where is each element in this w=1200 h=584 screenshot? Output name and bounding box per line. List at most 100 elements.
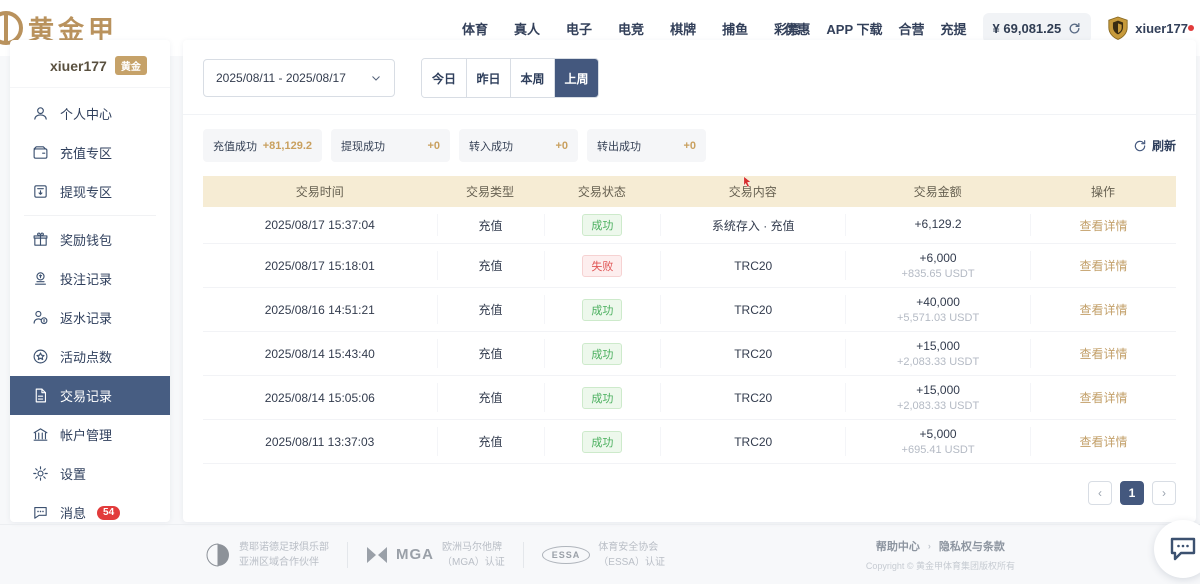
sidebar-username: xiuer177 xyxy=(50,58,107,74)
rebate-icon xyxy=(32,309,49,326)
header-username: xiuer177 xyxy=(1135,21,1188,36)
view-details-link[interactable]: 查看详情 xyxy=(1031,345,1176,362)
cell-content: TRC20 xyxy=(660,339,845,368)
sidebar-menu: 个人中心 充值专区 提现专区 奖励钱包 投注记录 返水记录 活动点数 xyxy=(10,88,170,522)
chevron-down-icon xyxy=(370,72,382,84)
view-details-link[interactable]: 查看详情 xyxy=(1031,433,1176,450)
help-center-link[interactable]: 帮助中心 xyxy=(876,538,920,554)
partner-logos: 费耶诺德足球俱乐部 亚洲区域合作伙伴 MGA 欧洲马尔他牌 （MGA）认证 ES… xyxy=(205,540,665,570)
quick-date-buttons: 今日 昨日 本周 上周 xyxy=(421,58,599,98)
nav-item-fishing[interactable]: 捕鱼 xyxy=(722,19,748,38)
button-yesterday[interactable]: 昨日 xyxy=(466,59,510,97)
partner-essa: ESSA 体育安全协会 （ESSA）认证 xyxy=(542,540,665,570)
sidebar-item-profile[interactable]: 个人中心 xyxy=(10,94,170,133)
sidebar-item-label: 帐户管理 xyxy=(60,425,112,444)
sidebar-item-reward-wallet[interactable]: 奖励钱包 xyxy=(10,220,170,259)
table-row: 2025/08/14 15:43:40 充值 成功 TRC20 +15,000+… xyxy=(203,332,1176,376)
col-type: 交易类型 xyxy=(437,183,544,200)
vip-level-badge: 黄金 xyxy=(115,56,147,75)
refresh-label: 刷新 xyxy=(1152,137,1176,154)
message-count-badge: 54 xyxy=(97,506,120,520)
sidebar-item-bet-records[interactable]: 投注记录 xyxy=(10,259,170,298)
sidebar-item-label: 奖励钱包 xyxy=(60,230,112,249)
privacy-terms-link[interactable]: 隐私权与条款 xyxy=(939,538,1005,554)
essa-logo-icon: ESSA xyxy=(542,546,591,564)
chat-bubble-icon xyxy=(1169,536,1197,562)
cell-type: 充值 xyxy=(437,383,544,412)
col-status: 交易状态 xyxy=(544,183,661,200)
sidebar-item-label: 个人中心 xyxy=(60,104,112,123)
status-badge: 成功 xyxy=(582,299,622,321)
sidebar-item-transaction-records[interactable]: 交易记录 xyxy=(10,376,170,415)
cell-amount: +15,000+2,083.33 USDT xyxy=(845,383,1030,412)
partner-feyenoord: 费耶诺德足球俱乐部 亚洲区域合作伙伴 xyxy=(205,540,329,570)
col-action: 操作 xyxy=(1030,183,1176,200)
coin-record-icon xyxy=(32,270,49,287)
link-affiliate[interactable]: 合营 xyxy=(899,19,925,38)
button-last-week[interactable]: 上周 xyxy=(554,59,598,97)
notification-dot xyxy=(1188,25,1194,31)
view-details-link[interactable]: 查看详情 xyxy=(1031,389,1176,406)
stat-deposit-success: 充值成功 +81,129.2 xyxy=(203,129,322,162)
stat-label: 转出成功 xyxy=(597,138,641,154)
document-icon xyxy=(32,387,49,404)
button-today[interactable]: 今日 xyxy=(422,59,466,97)
view-details-link[interactable]: 查看详情 xyxy=(1031,257,1176,274)
sidebar-item-rebate-records[interactable]: 返水记录 xyxy=(10,298,170,337)
status-badge: 成功 xyxy=(582,431,622,453)
transactions-table: 交易时间 交易类型 交易状态 交易内容 交易金额 操作 2025/08/17 1… xyxy=(203,176,1176,464)
col-content: 交易内容 xyxy=(660,183,845,200)
sidebar-item-withdraw[interactable]: 提现专区 xyxy=(10,172,170,211)
page-1-button[interactable]: 1 xyxy=(1120,481,1144,505)
nav-item-live[interactable]: 真人 xyxy=(514,19,540,38)
link-app-download[interactable]: APP 下载 xyxy=(826,19,882,38)
button-this-week[interactable]: 本周 xyxy=(510,59,554,97)
page-prev-button[interactable]: ‹ xyxy=(1088,481,1112,505)
sidebar-item-account-management[interactable]: 帐户管理 xyxy=(10,415,170,454)
sidebar-item-label: 交易记录 xyxy=(60,386,112,405)
user-chip[interactable]: xiuer177 xyxy=(1107,16,1196,40)
table-row: 2025/08/17 15:18:01 充值 失败 TRC20 +6,000+8… xyxy=(203,244,1176,288)
message-icon xyxy=(32,504,49,521)
chevron-right-icon: › xyxy=(1162,486,1166,500)
menu-divider xyxy=(24,215,156,216)
amount-usdt: +2,083.33 USDT xyxy=(846,400,1030,412)
link-promotions[interactable]: 优惠 xyxy=(784,19,810,38)
sidebar-item-label: 活动点数 xyxy=(60,347,112,366)
stat-value: +0 xyxy=(427,140,440,152)
view-details-link[interactable]: 查看详情 xyxy=(1031,217,1176,234)
sidebar-item-messages[interactable]: 消息 54 xyxy=(10,493,170,522)
page-next-button[interactable]: › xyxy=(1152,481,1176,505)
nav-item-sports[interactable]: 体育 xyxy=(462,19,488,38)
link-deposit-withdraw[interactable]: 充提 xyxy=(941,19,967,38)
sidebar-item-activity-points[interactable]: 活动点数 xyxy=(10,337,170,376)
nav-item-esports[interactable]: 电竞 xyxy=(618,19,644,38)
sidebar-item-deposit[interactable]: 充值专区 xyxy=(10,133,170,172)
cell-type: 充值 xyxy=(437,339,544,368)
star-circle-icon xyxy=(32,348,49,365)
refresh-button[interactable]: 刷新 xyxy=(1133,137,1176,154)
amount-usdt: +5,571.03 USDT xyxy=(846,312,1030,324)
view-details-link[interactable]: 查看详情 xyxy=(1031,301,1176,318)
footer: 费耶诺德足球俱乐部 亚洲区域合作伙伴 MGA 欧洲马尔他牌 （MGA）认证 ES… xyxy=(0,524,1200,584)
copyright-text: Copyright © 黄金甲体育集团版权所有 xyxy=(866,559,1015,572)
table-row: 2025/08/17 15:37:04 充值 成功 系统存入 · 充值 +6,1… xyxy=(203,207,1176,244)
refresh-balance-icon[interactable] xyxy=(1068,22,1081,35)
date-range-picker[interactable]: 2025/08/11 - 2025/08/17 xyxy=(203,59,395,97)
nav-item-slots[interactable]: 电子 xyxy=(566,19,592,38)
stat-value: +81,129.2 xyxy=(263,140,312,152)
sidebar-item-label: 提现专区 xyxy=(60,182,112,201)
amount-usdt: +2,083.33 USDT xyxy=(846,356,1030,368)
table-row: 2025/08/11 13:37:03 充值 成功 TRC20 +5,000+6… xyxy=(203,420,1176,464)
cell-content: 系统存入 · 充值 xyxy=(660,214,845,236)
table-header: 交易时间 交易类型 交易状态 交易内容 交易金额 操作 xyxy=(203,176,1176,207)
cell-content: TRC20 xyxy=(660,427,845,456)
cell-type: 充值 xyxy=(437,427,544,456)
col-time: 交易时间 xyxy=(203,183,437,200)
balance-pill[interactable]: ¥ 69,081.25 xyxy=(983,13,1092,43)
sidebar-item-settings[interactable]: 设置 xyxy=(10,454,170,493)
sidebar-item-label: 充值专区 xyxy=(60,143,112,162)
partner-text: 欧洲马尔他牌 （MGA）认证 xyxy=(442,540,505,570)
vip-shield-icon xyxy=(1107,16,1129,40)
nav-item-cards[interactable]: 棋牌 xyxy=(670,19,696,38)
